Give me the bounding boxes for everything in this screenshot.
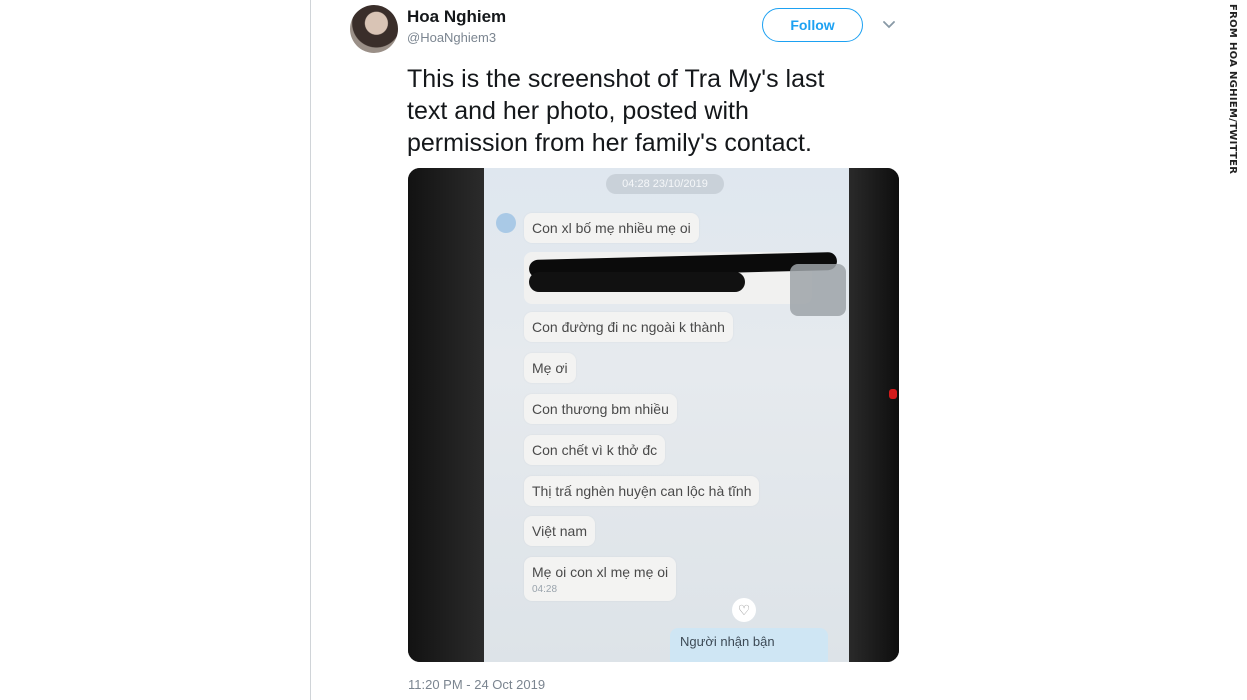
chat-message: Việt nam bbox=[524, 516, 595, 546]
tweet-photo[interactable]: 04:28 23/10/2019 Con xl bố mẹ nhiều mẹ o… bbox=[408, 168, 899, 662]
phone-bezel-right bbox=[849, 168, 899, 662]
author-name[interactable]: Hoa Nghiem bbox=[407, 7, 506, 27]
chevron-down-icon[interactable] bbox=[880, 18, 898, 32]
tweet-timestamp[interactable]: 11:20 PM - 24 Oct 2019 bbox=[408, 677, 545, 692]
left-divider bbox=[310, 0, 311, 700]
photo-credit-text: FROM HOA NGHIEM/TWITTER bbox=[1227, 4, 1238, 175]
chat-avatar bbox=[496, 213, 516, 233]
tweet-text-line: This is the screenshot of Tra My's last bbox=[407, 65, 825, 93]
author-handle[interactable]: @HoaNghiem3 bbox=[407, 30, 496, 45]
chat-message: Thị trấ nghèn huyện can lộc hà tĩnh bbox=[524, 476, 760, 506]
chat-message: Con thương bm nhiều bbox=[524, 394, 677, 424]
reply-message: Người nhận bận bbox=[670, 628, 828, 662]
chat-message: Con đường đi nc ngoài k thành bbox=[524, 312, 733, 342]
red-dot bbox=[889, 389, 897, 399]
chat-message: Con chết vì k thở đc bbox=[524, 435, 666, 465]
avatar[interactable] bbox=[350, 5, 398, 53]
chat-message: Con xl bố mẹ nhiều mẹ oi bbox=[524, 213, 699, 243]
photo-credit: FROM HOA NGHIEM/TWITTER bbox=[1226, 4, 1240, 174]
phone-bezel-left bbox=[408, 168, 484, 662]
tweet-text: This is the screenshot of Tra My's last … bbox=[407, 63, 887, 159]
phone-screen: 04:28 23/10/2019 Con xl bố mẹ nhiều mẹ o… bbox=[484, 168, 849, 662]
tweet-text-line: text and her photo, posted with bbox=[407, 97, 749, 125]
chat-message: Mẹ ơi bbox=[524, 353, 576, 383]
tweet-text-line: permission from her family's contact. bbox=[407, 129, 812, 157]
redaction-mark bbox=[529, 272, 745, 292]
follow-button[interactable]: Follow bbox=[762, 8, 863, 42]
blurred-thumbnail bbox=[790, 264, 846, 316]
chat-timestamp: 04:28 23/10/2019 bbox=[606, 174, 724, 194]
heart-icon: ♡ bbox=[732, 598, 756, 622]
message-time: 04:28 bbox=[532, 584, 558, 595]
